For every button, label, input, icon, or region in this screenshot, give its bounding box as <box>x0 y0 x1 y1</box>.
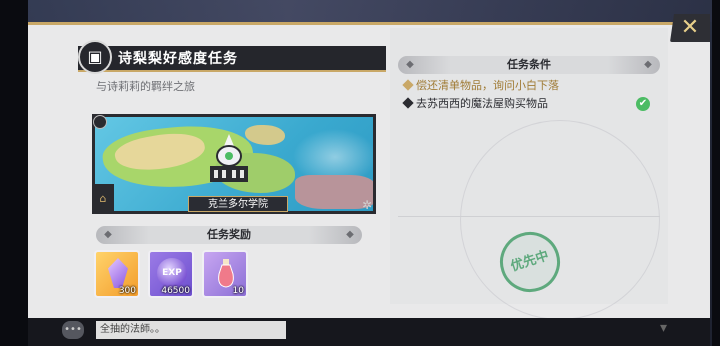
reward-count: 300 <box>118 286 136 296</box>
conditions-list: 偿还清单物品，询问小白下落 去苏西西的魔法屋购买物品 ✔ <box>402 78 654 114</box>
academy-castle-icon <box>210 134 248 182</box>
exp-label: EXP <box>162 268 182 278</box>
castle-marker-icon: ⌂ <box>92 184 114 214</box>
diamond-ornament-icon: ◆ <box>346 229 354 240</box>
diamond-ornament-icon: ◆ <box>644 59 652 70</box>
magic-circle-decoration <box>460 120 660 320</box>
menu-icon[interactable]: ▾ <box>660 320 682 340</box>
reward-potion[interactable]: 10 <box>202 250 248 298</box>
condition-item: 偿还清单物品，询问小白下落 <box>402 78 654 94</box>
rewards-header: ◆ 任务奖励 ◆ <box>96 226 362 244</box>
gear-icon[interactable]: ✲ <box>360 198 374 212</box>
compass-icon <box>93 115 107 129</box>
condition-text: 偿还清单物品，询问小白下落 <box>416 79 559 92</box>
close-icon: ✕ <box>680 15 700 40</box>
conditions-header-label: 任务条件 <box>507 58 551 71</box>
diamond-ornament-icon: ◆ <box>406 59 414 70</box>
chat-message: 全抽的法師。。 <box>96 321 286 339</box>
quest-book-icon: ▣ <box>78 40 112 74</box>
check-icon: ✔ <box>636 97 650 111</box>
potion-icon <box>218 259 234 288</box>
conditions-header: ◆ 任务条件 ◆ <box>398 56 660 74</box>
condition-item: 去苏西西的魔法屋购买物品 ✔ <box>402 96 654 112</box>
reward-count: 46500 <box>161 286 190 296</box>
backdrop-top-strip <box>0 0 720 22</box>
reward-count: 10 <box>232 286 244 296</box>
diamond-bullet-icon <box>402 97 414 109</box>
reward-exp[interactable]: EXP 46500 <box>148 250 194 298</box>
right-edge <box>712 0 720 346</box>
condition-text: 去苏西西的魔法屋购买物品 <box>416 97 548 110</box>
divider <box>398 216 660 217</box>
close-button[interactable]: ✕ <box>676 14 704 42</box>
diamond-ornament-icon: ◆ <box>104 229 112 240</box>
left-edge <box>0 0 28 346</box>
rewards-header-label: 任务奖励 <box>207 228 251 241</box>
quest-subtitle: 与诗莉莉的羁绊之旅 <box>96 80 195 93</box>
quest-title: 诗梨梨好感度任务 <box>118 51 238 67</box>
map-location-label: 克兰多尔学院 <box>188 196 288 212</box>
chat-bubble-icon[interactable]: ••• <box>62 321 84 339</box>
crystal-icon <box>108 258 128 288</box>
diamond-bullet-icon <box>402 79 414 91</box>
reward-crystal[interactable]: 300 <box>94 250 140 298</box>
exp-orb-icon: EXP <box>157 258 187 288</box>
